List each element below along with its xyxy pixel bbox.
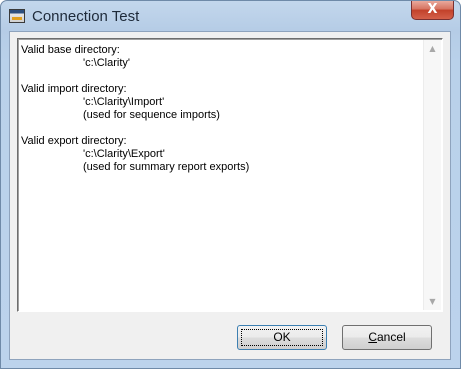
log-line: Valid import directory: [21,83,127,95]
title-bar[interactable]: Connection Test X [1,1,460,31]
cancel-button-label: ancel [376,330,406,344]
focus-rectangle [241,329,323,346]
connection-log-textbox[interactable]: Valid base directory: 'c:\Clarity' Valid… [17,38,443,312]
cancel-button[interactable]: Cancel [342,325,432,350]
application-icon [9,9,25,23]
log-line: 'c:\Clarity\Import' [83,96,165,108]
log-line: Valid export directory: [21,135,127,147]
log-line: (used for sequence imports) [83,109,220,121]
cancel-mnemonic: C [368,330,377,344]
scroll-up-arrow-icon[interactable]: ▲ [424,40,441,57]
log-line: (used for summary report exports) [83,161,250,173]
close-button[interactable]: X [411,1,454,20]
dialog-body: Valid base directory: 'c:\Clarity' Valid… [9,31,451,360]
window-title: Connection Test [32,8,140,25]
log-line: 'c:\Clarity\Export' [83,148,165,160]
log-line: 'c:\Clarity' [83,57,130,69]
dialog-window: Connection Test X Valid base directory: … [0,0,461,369]
vertical-scrollbar[interactable]: ▲ ▼ [423,40,441,310]
log-content: Valid base directory: 'c:\Clarity' Valid… [21,44,416,306]
log-line: Valid base directory: [21,44,120,56]
ok-button[interactable]: OK [237,325,327,350]
scroll-down-arrow-icon[interactable]: ▼ [424,293,441,310]
